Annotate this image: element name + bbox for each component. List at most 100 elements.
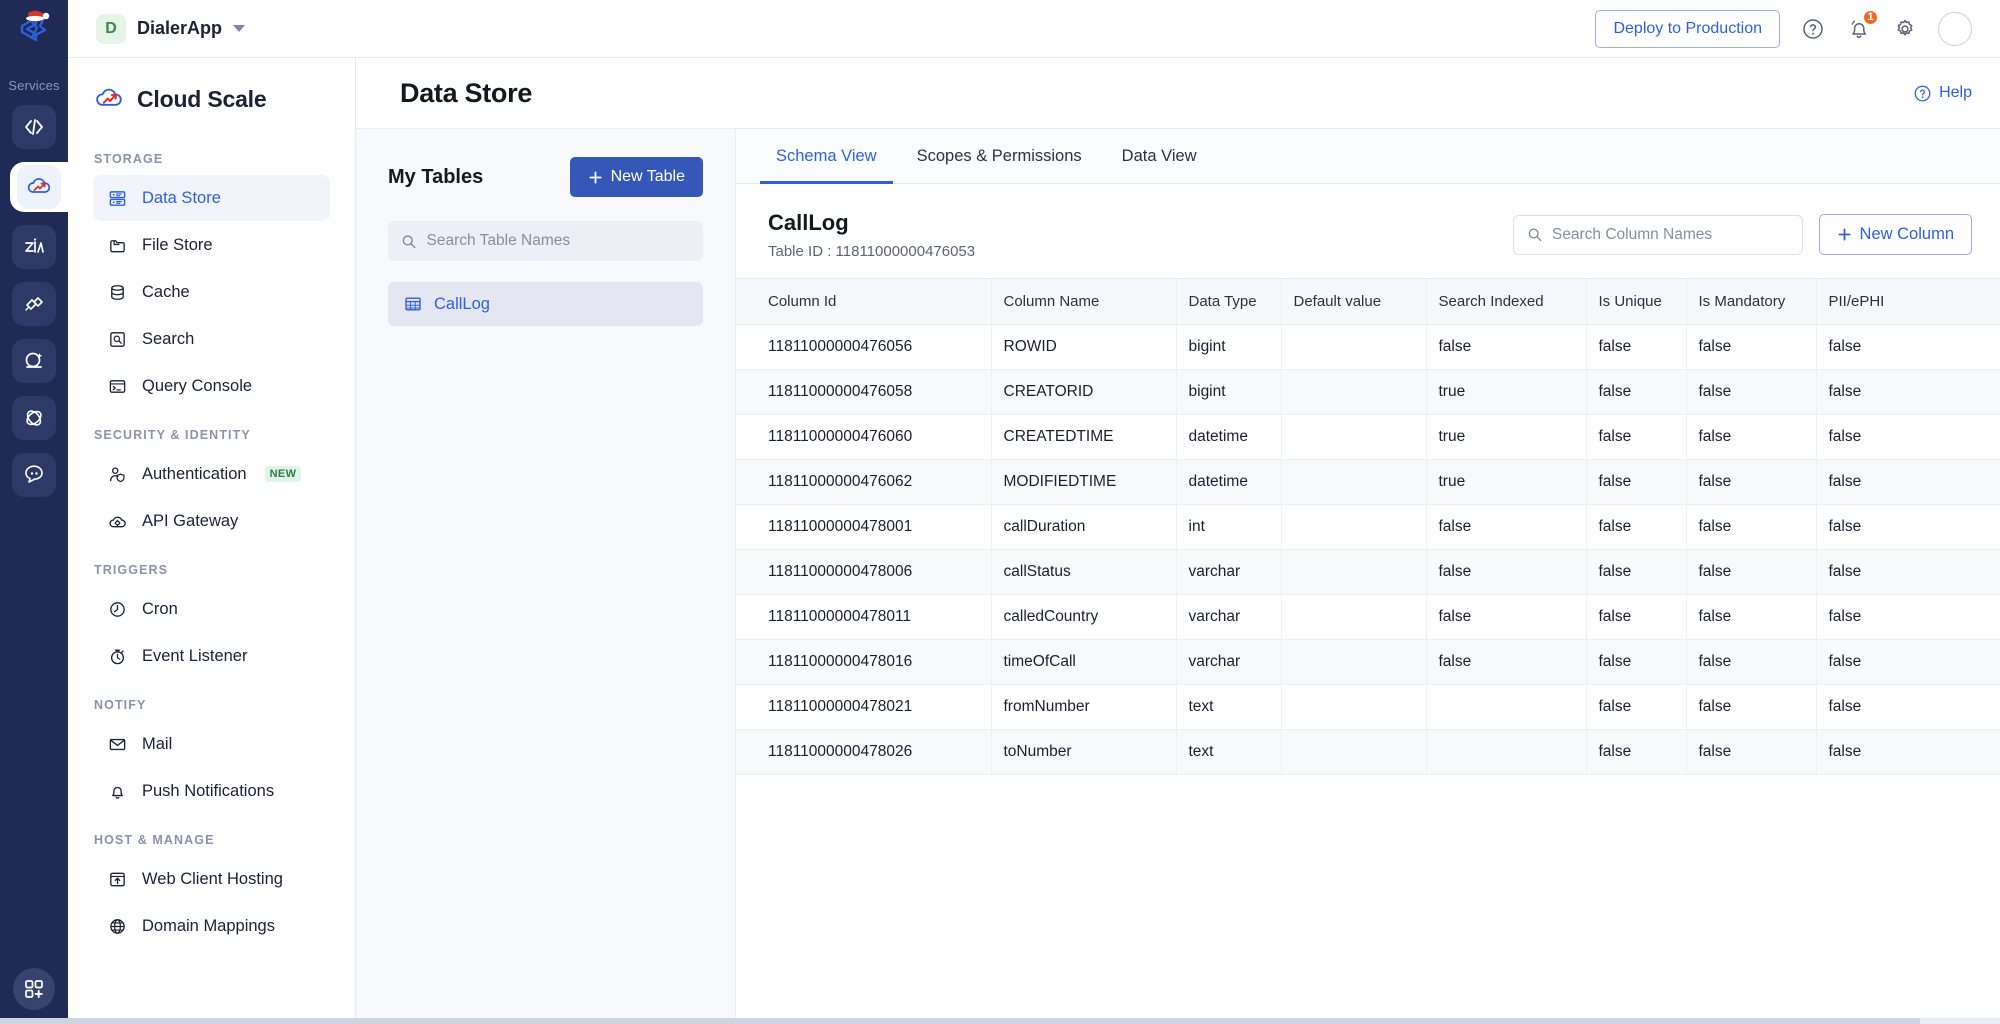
- data-store-icon: [107, 188, 128, 209]
- rail-item-link[interactable]: [12, 282, 56, 326]
- table-cell: fromNumber: [991, 684, 1177, 730]
- sidebar-item-push-notifications[interactable]: Push Notifications: [93, 768, 330, 814]
- sidebar-item-label: Web Client Hosting: [142, 869, 283, 888]
- table-row[interactable]: 11811000000478026 toNumber text false false f…: [736, 729, 2000, 775]
- api-gateway-icon: [107, 511, 128, 532]
- column-search-box[interactable]: [1512, 214, 1803, 255]
- sidebar-item-cron[interactable]: Cron: [93, 586, 330, 632]
- rail-apps-add-button[interactable]: [13, 968, 55, 1010]
- table-cell: [1281, 369, 1427, 415]
- table-cell: false: [1816, 414, 2000, 460]
- table-list-item-calllog[interactable]: CallLog: [388, 282, 703, 326]
- schema-table-body: 11811000000476056 ROWID bigint false false fa…: [736, 324, 2000, 775]
- sidebar-item-search[interactable]: Search: [93, 316, 330, 362]
- sidebar-section-security: SECURITY & IDENTITY: [94, 428, 251, 442]
- help-circle-button[interactable]: [1800, 16, 1826, 42]
- catalyst-logo[interactable]: [0, 2, 68, 58]
- schema-header: CallLog Table ID : 11811000000476053 Sea…: [736, 184, 2000, 278]
- sidebar-item-api-gateway[interactable]: API Gateway: [93, 498, 330, 544]
- sidebar-item-label: Event Listener: [142, 646, 248, 665]
- new-column-button[interactable]: New Column: [1818, 214, 1972, 255]
- table-cell: varchar: [1176, 594, 1282, 640]
- sidebar-item-data-store[interactable]: Data Store: [93, 175, 330, 221]
- rail-item-orbit[interactable]: [12, 396, 56, 440]
- chevron-down-icon[interactable]: [233, 25, 246, 32]
- column-header-data-type[interactable]: Data Type: [1176, 278, 1282, 325]
- table-cell: false: [1586, 459, 1687, 505]
- table-cell: [1281, 504, 1427, 550]
- sidebar-item-query-console[interactable]: Query Console: [93, 363, 330, 409]
- zia-icon: [25, 238, 44, 253]
- table-row[interactable]: 11811000000476056 ROWID bigint false false fa…: [736, 324, 2000, 370]
- rail-icon-list: [0, 105, 68, 497]
- sidebar-item-web-client-hosting[interactable]: Web Client Hosting: [93, 856, 330, 902]
- table-cell: int: [1176, 504, 1282, 550]
- sidebar-item-event-listener[interactable]: Event Listener: [93, 633, 330, 679]
- sidebar-item-label: Cron: [142, 599, 178, 618]
- column-header-search-indexed[interactable]: Search Indexed: [1426, 278, 1587, 325]
- query-console-icon: [107, 376, 128, 397]
- table-row[interactable]: 11811000000478016 timeOfCall varchar false f…: [736, 639, 2000, 685]
- app-switcher[interactable]: D DialerApp: [68, 13, 246, 44]
- column-header-is-unique[interactable]: Is Unique: [1586, 278, 1687, 325]
- new-table-button[interactable]: New Table: [569, 157, 703, 197]
- sidebar-item-file-store[interactable]: File Store: [93, 222, 330, 268]
- table-cell: 11811000000478001: [736, 504, 992, 550]
- table-cell: [1281, 729, 1427, 775]
- table-cell: [1281, 459, 1427, 505]
- cache-icon: [107, 282, 128, 303]
- table-cell: false: [1586, 729, 1687, 775]
- notifications-button[interactable]: 1: [1846, 8, 1879, 42]
- table-row[interactable]: 11811000000478021 fromNumber text false fals…: [736, 684, 2000, 730]
- table-row[interactable]: 11811000000478001 callDuration int false fal…: [736, 504, 2000, 550]
- rail-item-cloud-scale[interactable]: [10, 162, 68, 212]
- cloud-scale-icon: [27, 178, 51, 193]
- table-grid-icon: [405, 297, 421, 311]
- rail-item-zia[interactable]: [12, 225, 56, 269]
- search-column-names-input[interactable]: [1551, 225, 1789, 244]
- column-header-default-value[interactable]: Default value: [1281, 278, 1427, 325]
- horizontal-scrollbar[interactable]: [0, 1018, 2000, 1024]
- user-avatar[interactable]: [1938, 11, 1972, 46]
- sidebar-item-badge: NEW: [264, 466, 302, 482]
- table-row[interactable]: 11811000000476062 MODIFIEDTIME datetime tru…: [736, 459, 2000, 505]
- table-cell: false: [1586, 369, 1687, 415]
- table-cell: MODIFIEDTIME: [991, 459, 1177, 505]
- rail-item-quickml[interactable]: [12, 339, 56, 383]
- cloud-scale-logo: [96, 88, 122, 106]
- column-header-column-id[interactable]: Column Id: [736, 278, 992, 325]
- table-row[interactable]: 11811000000478006 callStatus varchar false f…: [736, 549, 2000, 595]
- deploy-to-production-button[interactable]: Deploy to Production: [1595, 9, 1780, 48]
- column-header-is-mandatory[interactable]: Is Mandatory: [1686, 278, 1817, 325]
- sidebar-item-cache[interactable]: Cache: [93, 269, 330, 315]
- table-cell: false: [1816, 459, 2000, 505]
- rail-item-code[interactable]: [12, 105, 56, 149]
- app-root: Services Cloud Scale STORAGE Data Store …: [0, 0, 2000, 1024]
- column-header-pii-ephi[interactable]: PII/ePHI: [1816, 278, 2000, 325]
- sidebar-item-mail[interactable]: Mail: [93, 721, 330, 767]
- scrollbar-thumb[interactable]: [0, 1018, 1920, 1024]
- main-content: Data Store Help My Tables New Table Sear…: [356, 0, 2000, 1024]
- tab-data-view[interactable]: Data View: [1106, 129, 1213, 184]
- rail-item-chat[interactable]: [12, 453, 56, 497]
- table-cell: false: [1586, 414, 1687, 460]
- chat-icon: [25, 465, 43, 483]
- tab-scopes-permissions[interactable]: Scopes & Permissions: [901, 129, 1098, 184]
- search-table-names-input[interactable]: [426, 232, 690, 250]
- table-cell: [1281, 414, 1427, 460]
- tab-schema-view[interactable]: Schema View: [760, 129, 893, 184]
- table-cell: [1281, 549, 1427, 595]
- link-icon: [25, 297, 43, 311]
- table-row[interactable]: 11811000000476058 CREATORID bigint true fals…: [736, 369, 2000, 415]
- table-search-box[interactable]: [388, 221, 703, 261]
- table-row[interactable]: 11811000000476060 CREATEDTIME datetime true…: [736, 414, 2000, 460]
- table-cell: 11811000000478011: [736, 594, 992, 640]
- sidebar-item-domain-mappings[interactable]: Domain Mappings: [93, 903, 330, 949]
- column-header-column-name[interactable]: Column Name: [991, 278, 1177, 325]
- settings-button[interactable]: [1892, 16, 1918, 42]
- table-row[interactable]: 11811000000478011 calledCountry varchar fal…: [736, 594, 2000, 640]
- sidebar-item-authentication[interactable]: Authentication NEW: [93, 451, 330, 497]
- table-cell: false: [1426, 549, 1587, 595]
- sidebar-brand: Cloud Scale: [68, 58, 355, 134]
- help-link[interactable]: Help: [1913, 84, 1972, 103]
